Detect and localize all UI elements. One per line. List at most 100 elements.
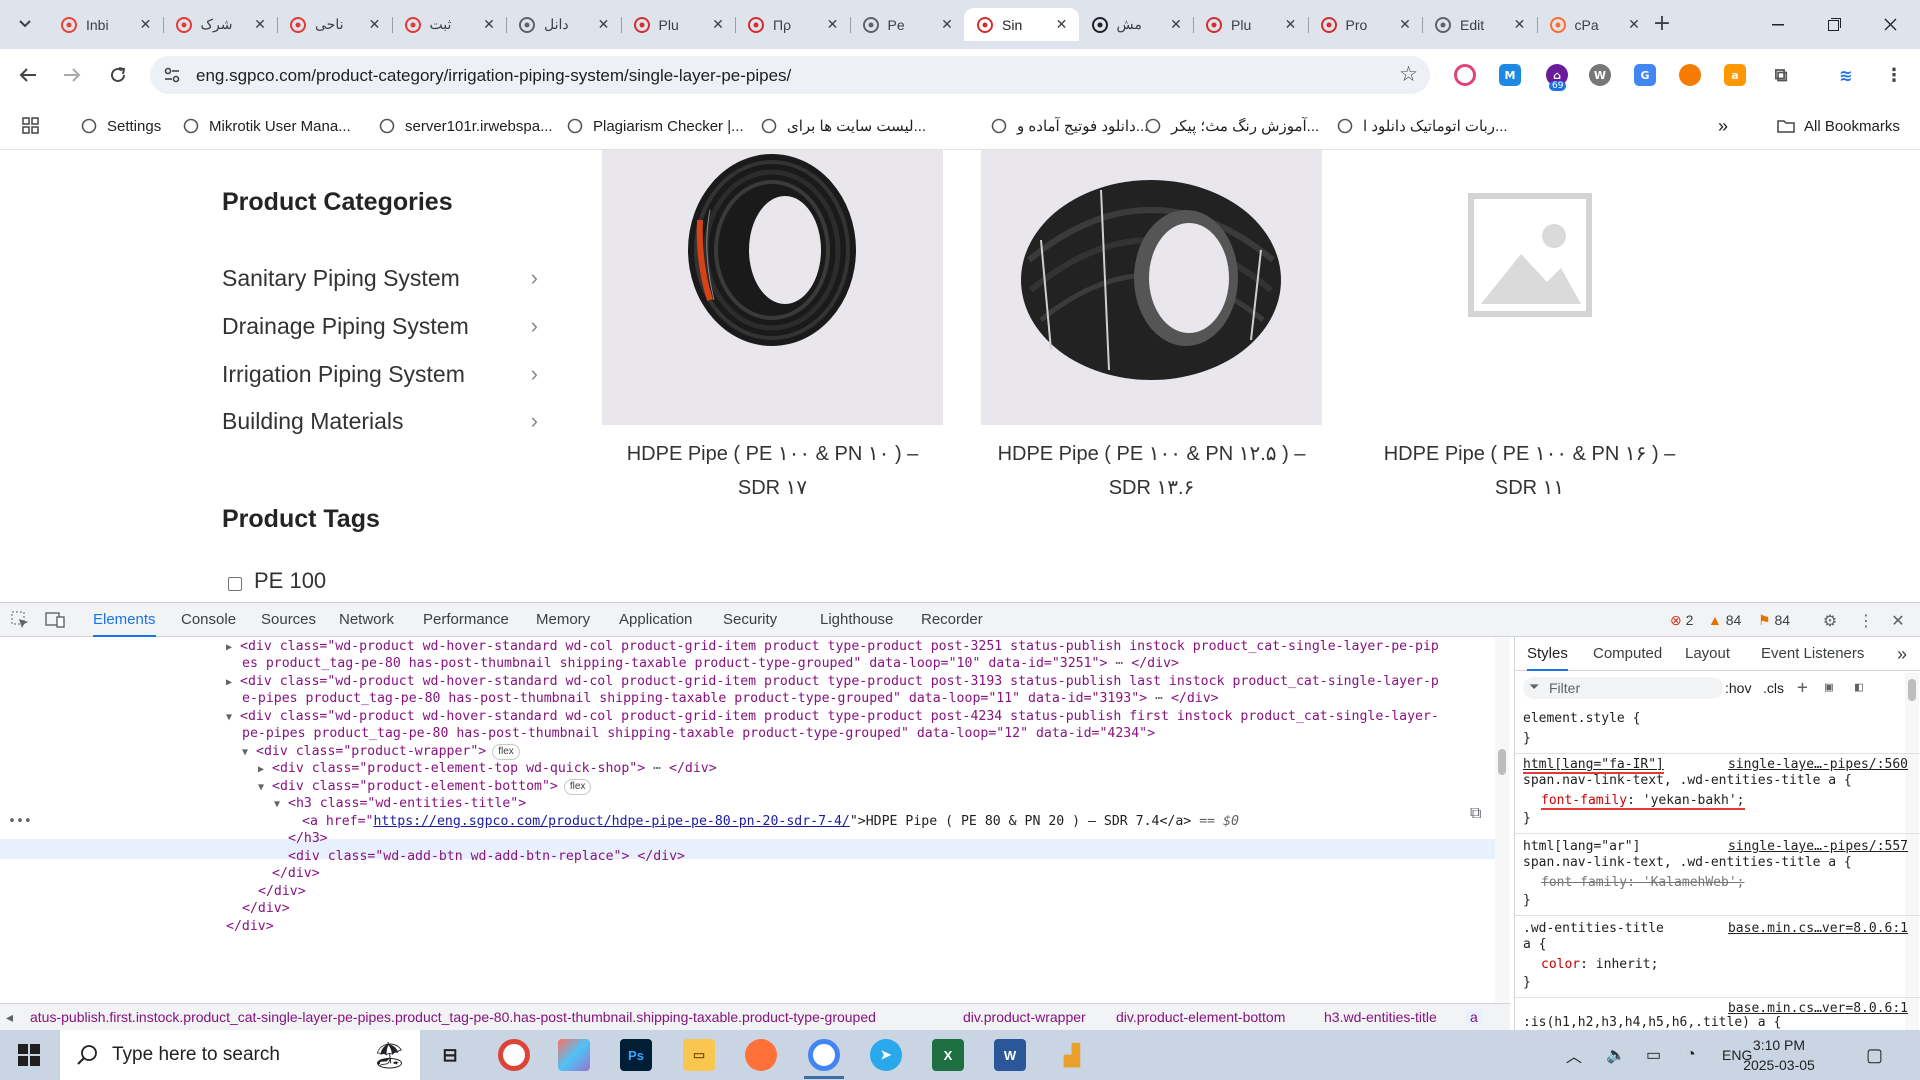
dom-more-icon[interactable]: ••• — [8, 812, 32, 832]
battery-icon[interactable]: ▭ — [1646, 1030, 1661, 1080]
tray-expand-chevron-icon[interactable]: ︿ — [1566, 1030, 1582, 1080]
task-view-icon[interactable]: ⊟ — [434, 1039, 466, 1071]
browser-tab[interactable]: Plu ✕ — [1193, 8, 1308, 41]
chevron-right-icon[interactable]: › — [531, 408, 538, 434]
toggle-sidebar-icon[interactable]: ◧ — [1855, 678, 1863, 698]
element-style-rule[interactable]: element.style { — [1523, 709, 1640, 729]
inspect-element-icon[interactable] — [10, 610, 30, 630]
excel-icon[interactable]: X — [932, 1039, 964, 1071]
devtools-tab-sources[interactable]: Sources — [261, 603, 316, 637]
breadcrumb-left-icon[interactable]: ◂ — [6, 1009, 13, 1026]
forward-button[interactable] — [58, 61, 86, 89]
more-tabs-chevron-icon[interactable]: » — [1897, 637, 1907, 671]
bookmark-item[interactable]: server101r.irwebspa... — [378, 115, 553, 137]
browser-tab[interactable]: Pro ✕ — [1307, 8, 1423, 41]
product-card[interactable]: HDPE Pipe ( PE ۱۰۰ & PN ۱۲.۵ ) – SDR ۱۳.… — [981, 150, 1322, 505]
devtools-tab-memory[interactable]: Memory — [536, 603, 590, 637]
device-toolbar-icon[interactable] — [45, 610, 65, 630]
browser-tab[interactable]: ناحی ✕ — [277, 8, 392, 41]
browser-menu-icon[interactable]: ⋮ — [1883, 64, 1905, 86]
tab-close-icon[interactable]: ✕ — [595, 16, 613, 34]
extension-m-icon[interactable]: M — [1499, 64, 1521, 86]
browser-tab[interactable]: Sin ✕ — [964, 8, 1079, 41]
coil-pipe-image[interactable] — [981, 150, 1322, 425]
bookmark-item[interactable]: Mikrotik User Mana... — [182, 115, 351, 137]
tab-close-icon[interactable]: ✕ — [1053, 16, 1071, 34]
category-link[interactable]: Irrigation Piping System › — [222, 358, 538, 390]
file-explorer-icon[interactable]: ▭ — [683, 1039, 715, 1071]
beach-widget-icon[interactable]: 🏖 — [373, 1040, 406, 1071]
new-rule-icon[interactable]: + — [1797, 678, 1808, 698]
dom-node[interactable]: </div> — [242, 899, 290, 919]
more-bookmarks-chevron-icon[interactable]: » — [1718, 115, 1728, 137]
chrome-icon[interactable] — [498, 1039, 530, 1071]
chevron-right-icon[interactable]: › — [531, 313, 538, 339]
notifications-icon[interactable]: ▢ — [1866, 1030, 1883, 1080]
browser-tab[interactable]: Pe ✕ — [849, 8, 965, 41]
devtools-tab-console[interactable]: Console — [181, 603, 236, 637]
extension-amazon-icon[interactable]: a — [1724, 64, 1746, 86]
dom-node[interactable]: ▼ <h3 class="wd-entities-title"> — [274, 794, 526, 814]
styles-filter-input[interactable]: Filter — [1523, 677, 1723, 699]
tab-close-icon[interactable]: ✕ — [1625, 16, 1643, 34]
elements-tree[interactable]: ▶ <div class="wd-product wd-hover-standar… — [0, 637, 1510, 1013]
browser-tab[interactable]: Πρ ✕ — [735, 8, 850, 41]
devtools-settings-gear-icon[interactable]: ⚙ — [1820, 610, 1840, 630]
dom-node[interactable]: </div> — [272, 864, 320, 884]
browser-tab[interactable]: cPa ✕ — [1536, 8, 1652, 41]
photoshop-icon[interactable]: Ps — [620, 1039, 652, 1071]
elements-scrollbar[interactable] — [1495, 637, 1509, 1013]
telegram-icon[interactable]: ➤ — [870, 1039, 902, 1071]
reload-button[interactable] — [104, 61, 132, 89]
bookmark-item[interactable]: لیست سایت ها برای... — [760, 115, 926, 137]
tab-close-icon[interactable]: ✕ — [366, 16, 384, 34]
devtools-menu-icon[interactable]: ⋮ — [1856, 610, 1876, 630]
sidebar-toggle-icon[interactable]: ≋ — [1835, 64, 1857, 86]
extension-orange-icon[interactable] — [1679, 64, 1701, 86]
extension-translate-icon[interactable]: G — [1634, 64, 1656, 86]
tab-computed[interactable]: Computed — [1593, 637, 1662, 671]
chrome-active-icon[interactable] — [808, 1039, 840, 1071]
tab-close-icon[interactable]: ✕ — [480, 16, 498, 34]
browser-tab[interactable]: Inbi ✕ — [48, 8, 163, 41]
breadcrumb-item[interactable]: div.product-wrapper — [963, 1009, 1086, 1025]
bookmark-item[interactable]: آموزش رنگ مث؛ پیکر... — [1144, 115, 1319, 137]
category-link[interactable]: Drainage Piping System › — [222, 310, 538, 342]
apps-icon[interactable] — [22, 115, 40, 137]
bookmark-item[interactable]: Plagiarism Checker |... — [566, 115, 744, 137]
word-icon[interactable]: W — [994, 1039, 1026, 1071]
clock[interactable]: 3:10 PM 2025-03-05 — [1740, 1035, 1818, 1075]
volume-icon[interactable]: 🔈 — [1606, 1030, 1626, 1080]
tab-close-icon[interactable]: ✕ — [824, 16, 842, 34]
warning-count[interactable]: ▲ 84 — [1708, 603, 1741, 637]
dom-node[interactable]: </div> — [226, 917, 274, 937]
category-link[interactable]: Sanitary Piping System › — [222, 262, 538, 294]
address-bar[interactable]: eng.sgpco.com/product-category/irrigatio… — [150, 56, 1430, 94]
tab-close-icon[interactable]: ✕ — [1396, 16, 1414, 34]
start-button[interactable] — [0, 1030, 58, 1080]
tab-close-icon[interactable]: ✕ — [1282, 16, 1300, 34]
browser-tab[interactable]: دانل ✕ — [506, 8, 621, 41]
browser-tab[interactable]: Plu ✕ — [620, 8, 736, 41]
extension-wordpress-icon[interactable]: W — [1589, 64, 1611, 86]
devtools-tab-lighthouse[interactable]: Lighthouse — [820, 603, 893, 637]
devtools-tab-security[interactable]: Security — [723, 603, 777, 637]
tab-close-icon[interactable]: ✕ — [137, 16, 155, 34]
bookmark-item[interactable]: دانلود فوتیج آماده و... — [990, 115, 1148, 137]
bookmark-item[interactable]: Settings — [80, 115, 161, 137]
tag-checkbox[interactable] — [228, 577, 242, 591]
browser-tab[interactable]: شرک ✕ — [162, 8, 278, 41]
chevron-right-icon[interactable]: › — [531, 361, 538, 387]
wifi-icon[interactable]: ◔ — [1686, 1030, 1696, 1080]
bookmark-item[interactable]: ربات اتوماتیک دانلود ا... — [1336, 115, 1508, 137]
tab-close-icon[interactable]: ✕ — [938, 16, 956, 34]
breadcrumb-item[interactable]: a — [1466, 1009, 1482, 1025]
dom-node[interactable]: <div class="wd-add-btn wd-add-btn-replac… — [288, 847, 685, 867]
all-bookmarks-button[interactable]: All Bookmarks — [1777, 115, 1900, 137]
tab-close-icon[interactable]: ✕ — [709, 16, 727, 34]
extension-colorpicker-icon[interactable] — [1454, 64, 1476, 86]
restore-button[interactable] — [1806, 0, 1862, 49]
css-declaration-overridden[interactable]: font-family: 'KalamehWeb'; — [1541, 873, 1745, 893]
dom-node[interactable]: </h3> — [288, 829, 328, 849]
tab-search-button[interactable] — [13, 12, 37, 36]
